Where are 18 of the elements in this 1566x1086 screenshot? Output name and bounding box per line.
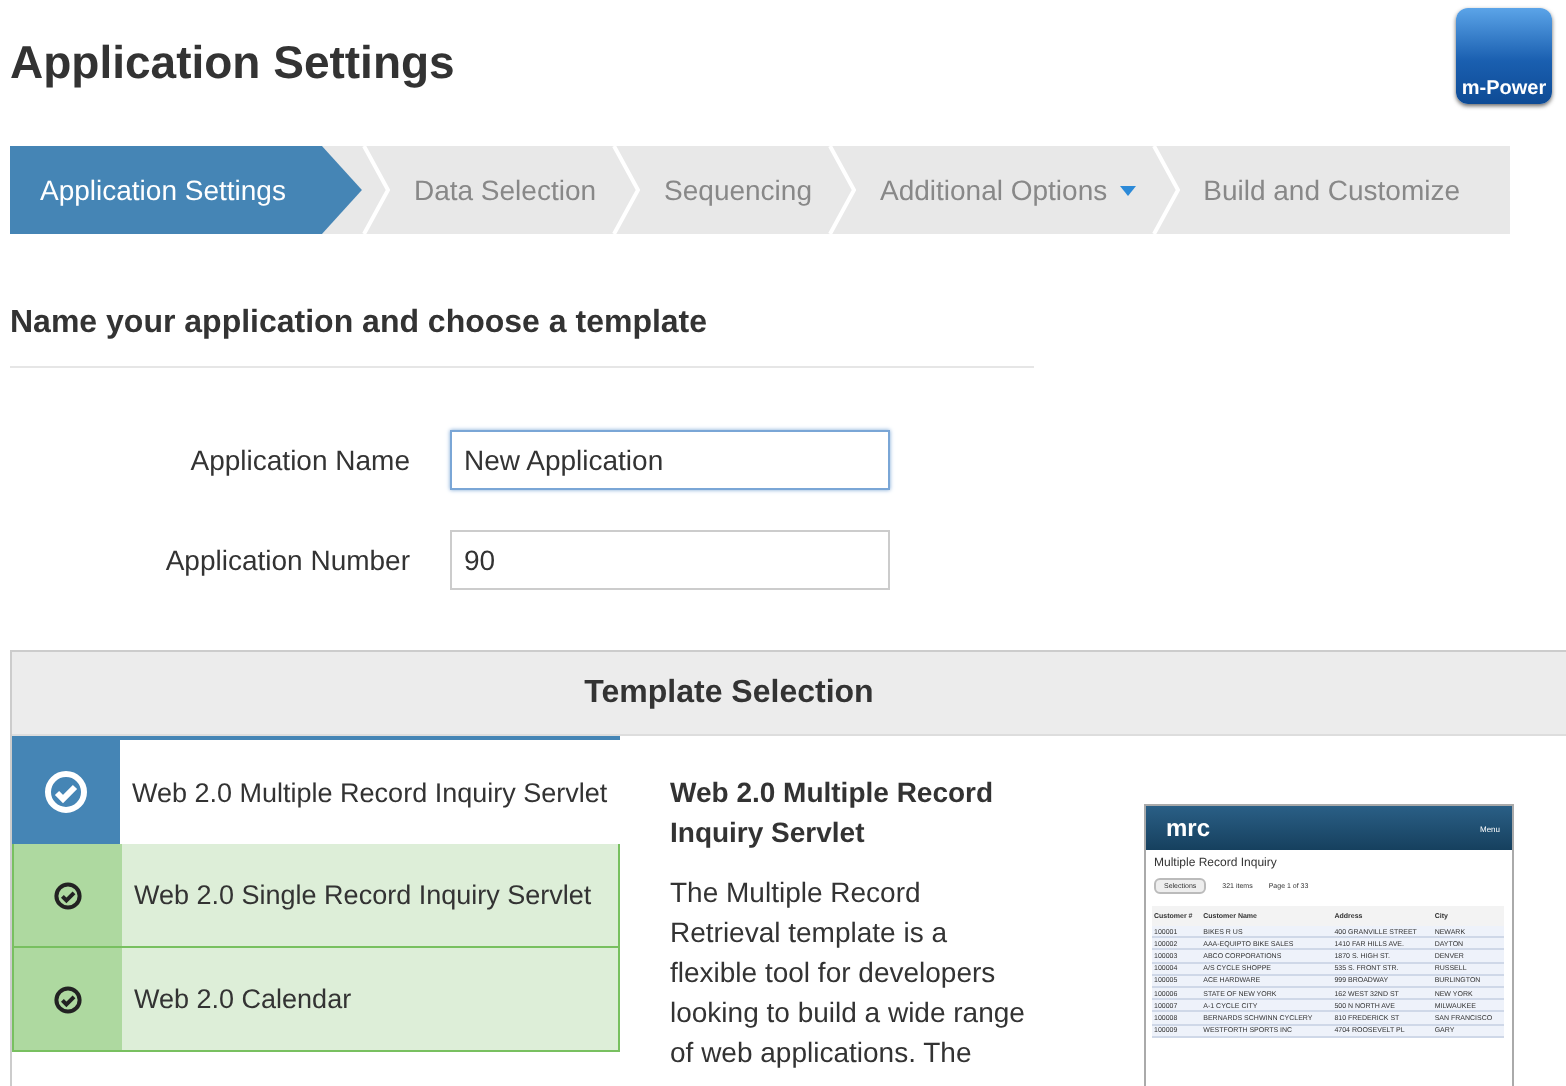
text-field[interactable]: New Application (450, 430, 890, 490)
panel-title: Template Selection (584, 675, 874, 711)
preview-brand: mrc (1166, 814, 1211, 842)
description-title: Web 2.0 Multiple Record Inquiry Servlet (670, 774, 996, 852)
check-circle-icon (44, 770, 88, 814)
chevron-divider-icon (361, 146, 390, 234)
check-circle-icon (54, 881, 82, 909)
logo-icon: m-Power (1456, 8, 1552, 104)
wizard-step-tab[interactable]: Application Settings (10, 146, 362, 234)
description-text: The Multiple Record Retrieval template is a flexible tool for developers looking to build a wide range of web applications. The (670, 874, 1026, 1072)
field-label: Application Number (163, 544, 410, 576)
field-label: Application Name (188, 444, 410, 476)
template-item[interactable]: Web 2.0 Single Record Inquiry Servlet (12, 844, 620, 948)
template-item[interactable]: Web 2.0 Calendar (12, 948, 620, 1052)
page-title: Application Settings (10, 36, 455, 90)
section-heading: Name your application and choose a template (10, 306, 1034, 368)
check-circle-icon (54, 985, 82, 1013)
text-field[interactable]: 90 (450, 530, 890, 590)
